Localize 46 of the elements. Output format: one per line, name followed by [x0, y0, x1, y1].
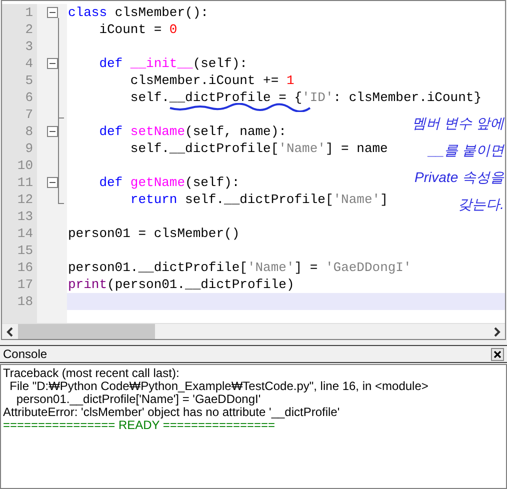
code-line: iCount = 0: [98, 22, 178, 37]
line-number: 7: [25, 107, 33, 122]
handwritten-note: 멤버 변수 앞에: [412, 114, 504, 133]
handwritten-note: 갖는다.: [458, 195, 504, 214]
code-line: def setName(self, name):: [98, 124, 286, 139]
handwritten-note: Private 속성을: [414, 168, 504, 187]
code-line: clsMember.iCount += 1: [129, 73, 294, 88]
code-line: def getName(self):: [98, 175, 240, 190]
fold-minus-icon[interactable]: [46, 58, 58, 69]
console-output: File "D:₩Python Code₩Python_Example₩TestCode.py", line 16, in <module>: [8, 380, 428, 393]
console-output: AttributeError: 'clsMember' object has no attribute '__dictProfile': [3, 406, 340, 419]
close-icon[interactable]: [491, 348, 504, 360]
line-number: 13: [17, 209, 33, 224]
fold-minus-icon[interactable]: [46, 126, 58, 137]
line-number: 9: [25, 141, 33, 156]
line-number: 15: [17, 243, 33, 258]
line-number: 16: [17, 260, 33, 275]
line-number: 1: [25, 5, 33, 20]
code-line: def __init__(self):: [98, 56, 248, 71]
line-number: 12: [17, 192, 33, 207]
panel-title: Console: [3, 346, 48, 363]
line-number: 10: [17, 158, 33, 173]
code-line: person01.__dictProfile['Name'] = 'GaeDDongI': [68, 260, 412, 275]
handwritten-note: __를 붙이면: [428, 141, 504, 160]
line-number: 3: [25, 39, 33, 54]
line-number: 8: [25, 124, 33, 139]
code-line: print(person01.__dictProfile): [68, 277, 294, 292]
line-number: 11: [17, 175, 33, 190]
code-line: self.__dictProfile['Name'] = name: [129, 141, 388, 156]
fold-minus-icon[interactable]: [46, 177, 58, 188]
code-line: person01 = clsMember(): [68, 226, 240, 241]
line-number: 14: [17, 226, 33, 241]
console-output: person01.__dictProfile['Name'] = 'GaeDDongI': [15, 393, 261, 406]
console-output: Traceback (most recent call last):: [3, 367, 180, 380]
code-line: class clsMember():: [68, 5, 208, 20]
line-number: 4: [25, 56, 33, 71]
ready-status: ================ READY ================: [3, 419, 276, 432]
code-line: return self.__dictProfile['Name']: [129, 192, 388, 207]
code-line: self.__dictProfile = {'ID': clsMember.iCount}: [129, 90, 482, 105]
line-number: 2: [25, 22, 33, 37]
scrollbar-thumb[interactable]: [18, 324, 155, 339]
line-number: 17: [17, 277, 33, 292]
line-number: 18: [17, 294, 33, 309]
fold-minus-icon[interactable]: [46, 7, 58, 18]
line-number: 6: [25, 90, 33, 105]
line-number: 5: [25, 73, 33, 88]
